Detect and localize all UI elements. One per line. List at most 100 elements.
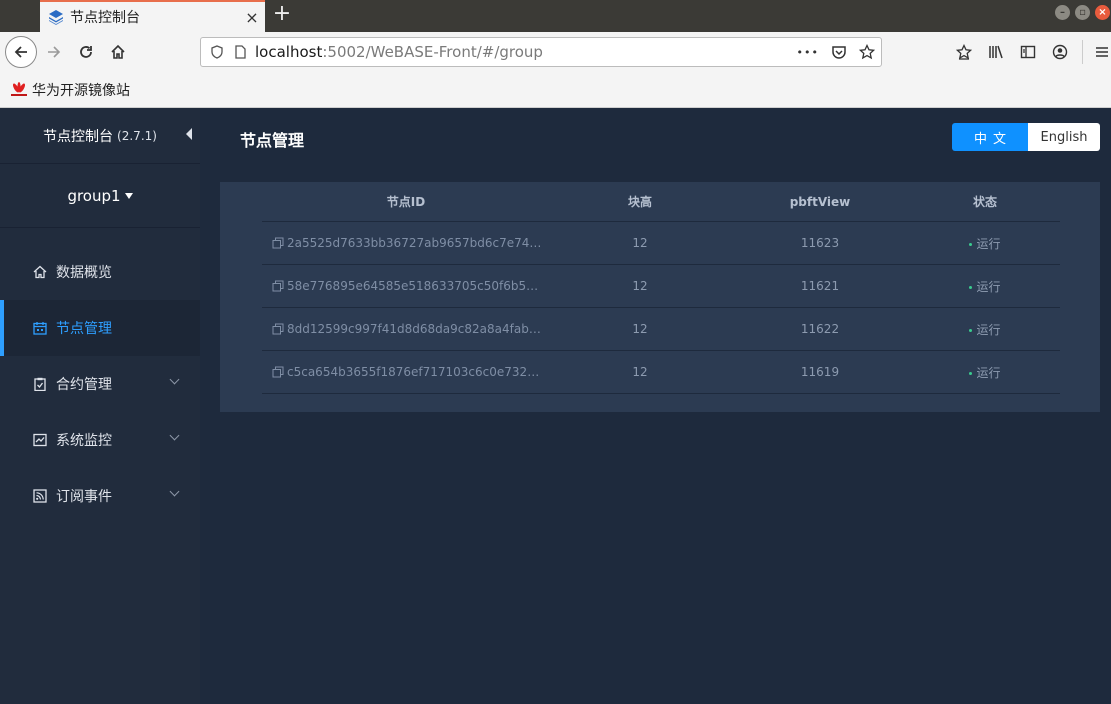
copy-icon[interactable]	[272, 366, 284, 378]
home-icon	[32, 264, 48, 280]
copy-icon[interactable]	[272, 323, 284, 335]
sidebar-item-contract-management[interactable]: 合约管理	[0, 356, 200, 412]
status-dot-icon	[969, 243, 973, 246]
status-cell: 运行	[910, 278, 1060, 295]
chevron-down-icon	[169, 430, 180, 441]
group-name: group1	[67, 186, 121, 205]
pbft-view-cell: 11623	[800, 236, 840, 250]
pbft-view-cell: 11622	[800, 322, 840, 336]
status-dot-icon	[969, 329, 973, 332]
page-title: 节点管理	[240, 131, 305, 150]
sidebar-item-label: 节点管理	[56, 321, 112, 337]
page-actions-icon[interactable]: •••	[797, 46, 819, 59]
huawei-logo-icon	[11, 81, 27, 96]
sidebar-menu: 数据概览 节点管理 合约管理 系统监控 订阅事件	[0, 244, 200, 524]
sidebar-item-label: 合约管理	[56, 377, 112, 393]
group-selector[interactable]: group1	[0, 164, 200, 228]
tab-close-icon[interactable]: ×	[239, 8, 265, 27]
status-dot-icon	[969, 286, 973, 289]
arrow-right-icon	[48, 46, 61, 58]
table-row: 58e776895e64585e518633705c50f6b5ab06… 12…	[262, 265, 1060, 308]
back-button[interactable]	[5, 36, 37, 68]
block-height-cell: 12	[632, 236, 648, 250]
block-height-cell: 12	[632, 279, 648, 293]
lang-en-button[interactable]: English	[1028, 123, 1100, 151]
node-id-text: 2a5525d7633bb36727ab9657bd6c7e74b2f…	[287, 236, 542, 250]
url-host: localhost	[255, 43, 323, 61]
arrow-left-icon	[14, 46, 27, 58]
reload-button[interactable]	[72, 38, 100, 66]
copy-icon[interactable]	[272, 237, 284, 249]
star-list-icon[interactable]	[956, 44, 972, 60]
lang-zh-button[interactable]: 中文	[952, 123, 1028, 151]
calendar-icon	[32, 320, 48, 336]
node-table: 节点ID 块高 pbftView 状态 2a5525d7633bb36727ab…	[262, 182, 1060, 394]
sidebar-item-data-overview[interactable]: 数据概览	[0, 244, 200, 300]
shield-icon	[211, 45, 223, 59]
chevron-down-icon	[169, 486, 180, 497]
sidebar-header: 节点控制台 (2.7.1)	[0, 108, 200, 164]
main-content: 节点管理 中文 English 节点ID 块高 pbftView 状态 2a55…	[200, 108, 1111, 704]
browser-tab-strip: 节点控制台 × + – ▫ ×	[0, 0, 1111, 32]
hamburger-menu-icon[interactable]	[1094, 44, 1110, 60]
home-button[interactable]	[104, 38, 132, 66]
page-icon	[235, 45, 246, 59]
toolbar-divider	[1082, 40, 1083, 64]
status-text: 运行	[976, 365, 1001, 380]
minimize-icon[interactable]: –	[1055, 5, 1070, 20]
block-height-cell: 12	[632, 365, 648, 379]
status-text: 运行	[976, 279, 1001, 294]
language-switch: 中文 English	[952, 123, 1100, 151]
sidebar: 节点控制台 (2.7.1) group1 数据概览 节点管理 合约管理 系统监控…	[0, 108, 200, 704]
forward-button[interactable]	[40, 38, 68, 66]
browser-toolbar: localhost:5002/WeBASE-Front/#/group •••	[0, 32, 1111, 72]
pbft-view-cell: 11619	[800, 365, 840, 379]
column-header-status[interactable]: 状态	[910, 193, 1060, 210]
app-root: 节点控制台 (2.7.1) group1 数据概览 节点管理 合约管理 系统监控…	[0, 108, 1111, 704]
monitor-icon	[32, 432, 48, 448]
status-text: 运行	[976, 236, 1001, 251]
app-version: (2.7.1)	[117, 128, 157, 143]
sidebar-item-label: 系统监控	[56, 433, 112, 449]
status-dot-icon	[969, 372, 973, 375]
table-header-row: 节点ID 块高 pbftView 状态	[262, 182, 1060, 222]
library-icon[interactable]	[988, 44, 1004, 60]
maximize-icon[interactable]: ▫	[1075, 5, 1090, 20]
sidebar-item-node-management[interactable]: 节点管理	[0, 300, 200, 356]
app-title: 节点控制台	[43, 128, 114, 145]
status-cell: 运行	[910, 364, 1060, 381]
layers-icon	[49, 10, 63, 25]
sidebar-item-system-monitor[interactable]: 系统监控	[0, 412, 200, 468]
clipboard-icon	[32, 376, 48, 392]
sidebar-item-subscribe-events[interactable]: 订阅事件	[0, 468, 200, 524]
bookmark-star-icon[interactable]	[859, 44, 875, 60]
account-icon[interactable]	[1052, 44, 1068, 60]
node-id-text: 8dd12599c997f41d8d68da9c82a8a4fab109…	[287, 322, 542, 336]
table-row: 2a5525d7633bb36727ab9657bd6c7e74b2f… 12 …	[262, 222, 1060, 265]
block-height-cell: 12	[632, 322, 648, 336]
copy-icon[interactable]	[272, 280, 284, 292]
bookmark-item[interactable]: 华为开源镜像站	[10, 80, 130, 100]
address-bar[interactable]: localhost:5002/WeBASE-Front/#/group •••	[200, 37, 882, 67]
home-icon	[111, 44, 125, 59]
table-row: c5ca654b3655f1876ef717103c6c0e7324cd9… 1…	[262, 351, 1060, 394]
bookmark-label: 华为开源镜像站	[32, 82, 130, 99]
node-id-cell: 58e776895e64585e518633705c50f6b5ab06…	[262, 279, 550, 293]
chevron-down-icon	[169, 374, 180, 385]
browser-tab[interactable]: 节点控制台 ×	[40, 0, 265, 32]
status-cell: 运行	[910, 235, 1060, 252]
reload-icon	[80, 46, 92, 58]
pocket-icon[interactable]	[831, 44, 847, 60]
collapse-sidebar-icon[interactable]	[186, 128, 192, 140]
window-close-icon[interactable]: ×	[1095, 5, 1110, 20]
status-text: 运行	[976, 322, 1001, 337]
column-header-block-height[interactable]: 块高	[550, 193, 730, 210]
column-header-pbft-view[interactable]: pbftView	[730, 195, 910, 209]
new-tab-button[interactable]: +	[270, 3, 294, 27]
bookmarks-bar: 华为开源镜像站	[0, 72, 1111, 108]
column-header-node-id[interactable]: 节点ID	[262, 193, 550, 210]
status-cell: 运行	[910, 321, 1060, 338]
sidebar-toggle-icon[interactable]	[1020, 44, 1036, 60]
pbft-view-cell: 11621	[800, 279, 840, 293]
node-id-cell: c5ca654b3655f1876ef717103c6c0e7324cd9…	[262, 365, 550, 379]
